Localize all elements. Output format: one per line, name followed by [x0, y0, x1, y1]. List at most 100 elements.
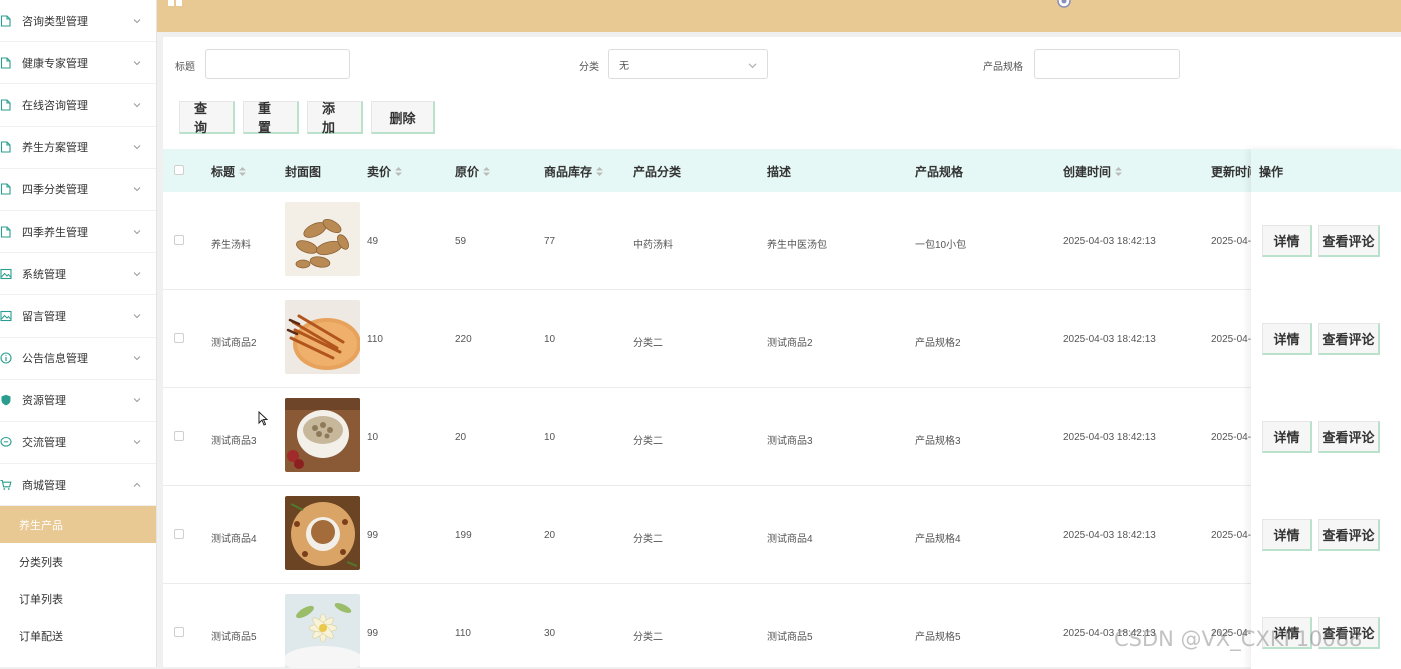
chevron-down-icon: [132, 311, 142, 321]
spec-search-input[interactable]: [1034, 49, 1180, 79]
sidebar-item[interactable]: 在线咨询管理: [0, 84, 156, 127]
view-comments-button[interactable]: 查看评论: [1318, 421, 1380, 453]
header-price[interactable]: 卖价: [367, 163, 403, 180]
sidebar-item[interactable]: 交流管理: [0, 422, 156, 465]
cell-price: 110: [367, 334, 383, 345]
header-cover: 封面图: [285, 163, 321, 180]
row-checkbox[interactable]: [174, 333, 184, 343]
detail-button[interactable]: 详情: [1262, 421, 1312, 453]
row-checkbox[interactable]: [174, 627, 184, 637]
delete-button[interactable]: 删除: [371, 101, 435, 134]
cell-description: 测试商品5: [767, 632, 813, 643]
select-all-checkbox[interactable]: [174, 165, 184, 175]
header-category: 产品分类: [633, 163, 681, 180]
chevron-down-icon: [132, 227, 142, 237]
sidebar-subitem[interactable]: 养生产品: [0, 506, 156, 544]
sidebar-item[interactable]: 商城管理: [0, 464, 156, 507]
shield-icon: [0, 394, 12, 406]
cell-title: 测试商品3: [211, 436, 257, 447]
header-cover-label: 封面图: [285, 165, 322, 179]
table-row: 测试商品4 99 199 20 分类二 测试商品4 产品规格4 2025-04-03 18:4…: [163, 486, 1401, 584]
header-original-price[interactable]: 原价: [455, 163, 491, 180]
cell-price: 99: [367, 628, 379, 639]
sidebar-item[interactable]: 咨询类型管理: [0, 0, 156, 43]
sidebar-item[interactable]: 养生方案管理: [0, 127, 156, 169]
detail-button[interactable]: 详情: [1262, 323, 1312, 355]
query-button[interactable]: 查询: [179, 101, 235, 135]
sidebar-subitem[interactable]: 订单列表: [0, 580, 156, 617]
sidebar-item[interactable]: 健康专家管理: [0, 42, 156, 85]
header-title[interactable]: 标题: [211, 163, 247, 180]
doc-icon: [0, 141, 12, 153]
sidebar-item[interactable]: 公告信息管理: [0, 338, 156, 380]
sidebar-item[interactable]: 四季养生管理: [0, 211, 156, 254]
header-description: 描述: [767, 163, 791, 180]
row-checkbox[interactable]: [174, 529, 184, 539]
sidebar-item-label: 系统管理: [22, 268, 66, 281]
image-icon: [0, 310, 12, 322]
cell-created: 2025-04-03 18:42:13: [1063, 432, 1156, 443]
cell-description: 养生中医汤包: [767, 240, 827, 251]
row-checkbox[interactable]: [174, 431, 184, 441]
sidebar-item[interactable]: 系统管理: [0, 253, 156, 296]
category-select[interactable]: 无: [608, 49, 768, 79]
cell-original-price: 220: [455, 334, 472, 345]
chevron-down-icon: [132, 142, 142, 152]
sidebar-menu: 咨询类型管理 健康专家管理在线咨询管理养生方案管理 四季分类管理四季养生管理 系统管理…: [0, 0, 156, 507]
detail-button[interactable]: 详情: [1262, 519, 1312, 551]
header-category-label: 产品分类: [633, 165, 682, 179]
header-stock-label: 商品库存: [544, 165, 593, 179]
sort-icon: [596, 167, 604, 176]
category-select-value: 无: [619, 60, 629, 72]
avatar[interactable]: [1055, 0, 1073, 8]
cell-title: 测试商品4: [211, 534, 257, 545]
image-icon: [0, 268, 12, 280]
view-comments-button[interactable]: 查看评论: [1318, 323, 1380, 355]
reset-button[interactable]: 重置: [243, 101, 299, 135]
chevron-down-icon: [132, 100, 142, 110]
category-search-label: 分类: [579, 62, 599, 73]
product-cover-image: [285, 496, 360, 570]
chevron-down-icon: [132, 395, 142, 405]
info-icon: [0, 352, 12, 364]
detail-button[interactable]: 详情: [1262, 225, 1312, 257]
header-created[interactable]: 创建时间: [1063, 163, 1123, 180]
sidebar-item[interactable]: 资源管理: [0, 380, 156, 422]
header-ops: 操作: [1251, 149, 1401, 192]
table-row: 养生汤料 49 59 77 中药汤料 养生中医汤包 一包10小包 2025-04-03 18:…: [163, 192, 1401, 290]
chevron-down-icon: [132, 184, 142, 194]
sidebar-item-label: 四季养生管理: [22, 226, 88, 239]
product-cover-image: [285, 398, 360, 472]
chevron-up-icon: [132, 480, 142, 490]
menu-toggle-icon[interactable]: [168, 0, 182, 8]
cell-updated: 2025-04-: [1211, 334, 1252, 345]
sidebar-subitem[interactable]: 分类列表: [0, 543, 156, 580]
view-comments-button[interactable]: 查看评论: [1318, 519, 1380, 551]
cart-icon: [0, 479, 12, 491]
top-bar: [157, 0, 1401, 32]
sidebar-item-label: 交流管理: [22, 437, 66, 450]
cell-stock: 20: [544, 530, 556, 541]
cell-category: 中药汤料: [633, 240, 673, 251]
cell-spec: 一包10小包: [915, 240, 967, 251]
sidebar-item-label: 公告信息管理: [22, 353, 88, 366]
add-button[interactable]: 添加: [307, 101, 363, 135]
row-checkbox[interactable]: [174, 235, 184, 245]
sidebar-item[interactable]: 留言管理: [0, 295, 156, 338]
title-search-input[interactable]: [205, 49, 350, 79]
cell-original-price: 20: [455, 432, 467, 443]
sidebar-submenu: 养生产品 分类列表 订单列表 订单配送: [0, 506, 156, 654]
sidebar-item-label: 在线咨询管理: [22, 99, 88, 112]
product-table: 标题 封面图 卖价 原价 商品库存 产品分类 描述 产品规格 创建时间 更新时间…: [163, 149, 1401, 669]
cell-price: 99: [367, 530, 379, 541]
product-cover-image: [285, 202, 360, 276]
sidebar: 咨询类型管理 健康专家管理在线咨询管理养生方案管理 四季分类管理四季养生管理 系统管理…: [0, 0, 157, 667]
view-comments-button[interactable]: 查看评论: [1318, 225, 1380, 257]
cell-price: 10: [367, 432, 379, 443]
cell-created: 2025-04-03 18:42:13: [1063, 236, 1156, 247]
sidebar-item[interactable]: 四季分类管理: [0, 169, 156, 211]
search-form: 标题 分类 无 产品规格: [163, 49, 1401, 79]
sidebar-item-label: 留言管理: [22, 310, 66, 323]
header-stock[interactable]: 商品库存: [544, 163, 604, 180]
sidebar-subitem[interactable]: 订单配送: [0, 617, 156, 654]
